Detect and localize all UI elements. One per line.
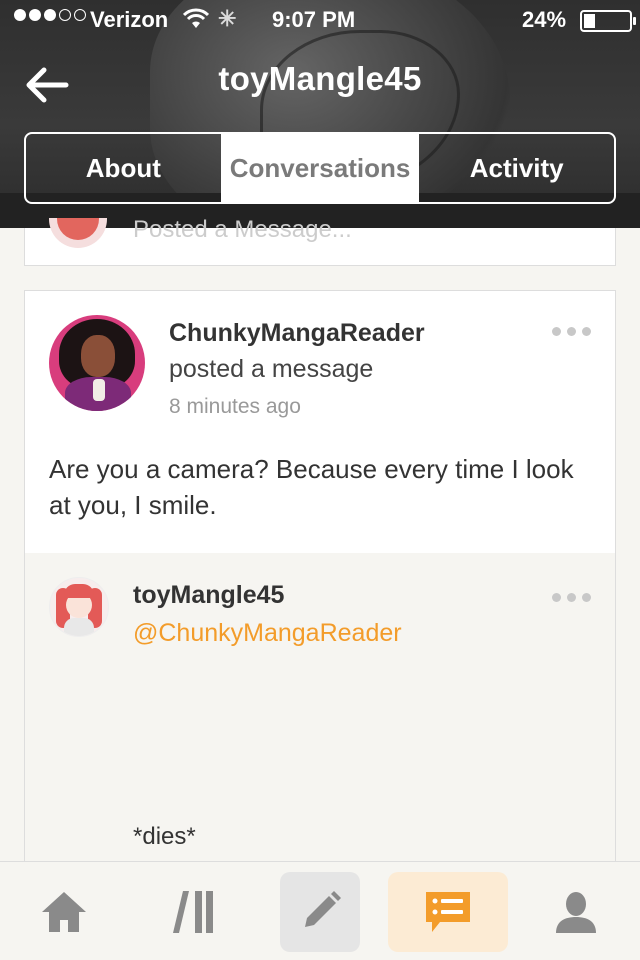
nav-messages[interactable] [388, 872, 508, 952]
post-author[interactable]: ChunkyMangaReader [169, 319, 425, 348]
nav-compose[interactable] [280, 872, 360, 952]
more-dot [582, 327, 591, 336]
avatar-tie [93, 379, 105, 401]
reply-mention-link[interactable]: @ChunkyMangaReader [133, 619, 402, 648]
signal-dot [44, 9, 56, 21]
profile-header: Verizon ✳ 9:07 PM 24% toyMangle45 About … [0, 0, 640, 228]
battery-fill [584, 14, 595, 28]
signal-dot [29, 9, 41, 21]
previous-post-text: Posted a Message... [133, 216, 352, 243]
reply-text: *dies* [133, 823, 196, 850]
compose-icon [305, 891, 341, 927]
more-dots-icon [552, 593, 561, 602]
avatar[interactable] [49, 315, 145, 411]
signal-dot [14, 9, 26, 21]
avatar-face [81, 335, 115, 377]
status-bar: Verizon ✳ 9:07 PM 24% [0, 0, 640, 40]
carrier-name: Verizon [90, 7, 169, 32]
activity-spinner-icon: ✳ [218, 6, 237, 31]
more-dots-icon [552, 327, 561, 336]
wifi-icon [182, 8, 210, 36]
bottom-nav [0, 861, 640, 960]
avatar-shirt [64, 618, 94, 636]
battery-icon [580, 10, 636, 32]
page-title: toyMangle45 [218, 60, 422, 97]
library-icon [173, 891, 213, 933]
more-dot [582, 593, 591, 602]
avatar-hair-top [64, 584, 94, 598]
post-more-button[interactable] [552, 327, 591, 336]
conversation-card: ChunkyMangaReader posted a message 8 min… [24, 290, 616, 870]
signal-dot [74, 9, 86, 21]
post-timestamp: 8 minutes ago [169, 395, 301, 418]
profile-tabs: About Conversations Activity [24, 132, 616, 204]
nav-library[interactable] [152, 872, 232, 952]
reply-author[interactable]: toyMangle45 [133, 581, 284, 610]
more-dot [567, 327, 576, 336]
previous-post-card[interactable]: Posted a Message... [24, 216, 616, 266]
post-body: Are you a camera? Because every time I l… [49, 454, 574, 520]
post-action: posted a message [169, 355, 374, 383]
avatar [49, 218, 107, 248]
clock: 9:07 PM [272, 7, 356, 32]
home-icon [42, 892, 86, 932]
reply: toyMangle45 @ChunkyMangaReader *dies* [25, 553, 615, 870]
reply-more-button[interactable] [552, 593, 591, 602]
messages-icon [426, 892, 470, 932]
more-dot [567, 593, 576, 602]
tab-conversations[interactable]: Conversations [220, 134, 418, 202]
signal-strength-icon [14, 9, 86, 21]
tab-activity[interactable]: Activity [417, 134, 614, 202]
signal-dot [59, 9, 71, 21]
tab-about[interactable]: About [26, 134, 221, 202]
profile-icon [556, 892, 596, 933]
nav-profile[interactable] [536, 872, 616, 952]
battery-percent: 24% [522, 7, 567, 32]
avatar[interactable] [49, 577, 109, 637]
nav-home[interactable] [24, 872, 104, 952]
